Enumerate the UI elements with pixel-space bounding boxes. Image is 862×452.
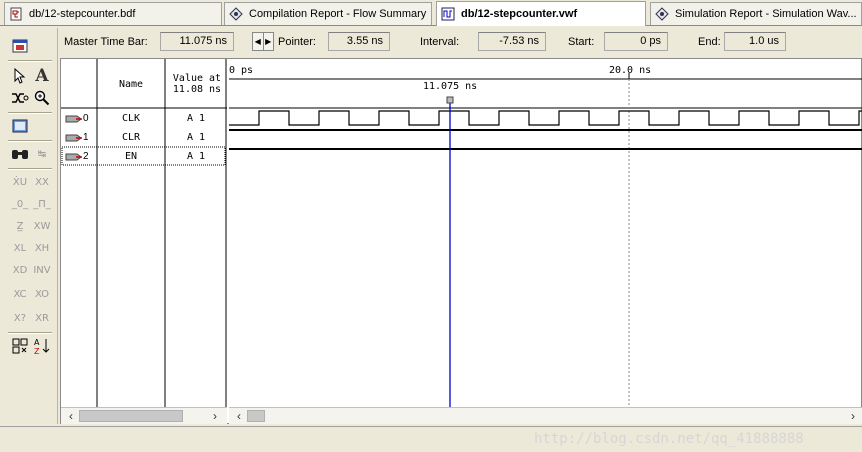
scrollbar-thumb[interactable] — [79, 410, 183, 422]
signal-index: 2 — [83, 151, 89, 162]
scroll-left-icon[interactable]: ‹ — [231, 408, 247, 424]
status-strip: http://blog.csdn.net/qq_41888888 — [0, 426, 862, 452]
waveform-editing-tool-icon[interactable] — [10, 88, 30, 108]
cursor-time-label: 11.075 ns — [423, 81, 478, 92]
arbitrary-value-icon[interactable]: X? — [10, 308, 30, 328]
signal-name: CLR — [121, 132, 141, 143]
interval-label: Interval: — [420, 36, 460, 48]
signal-row[interactable]: 1 CLR A 1 — [61, 128, 227, 147]
name-column-header[interactable]: Name — [97, 79, 165, 90]
zoom-tool-icon[interactable] — [32, 88, 52, 108]
signal-list-scrollbar[interactable]: ‹ › — [61, 407, 227, 424]
signal-value: A 1 — [186, 113, 206, 124]
input-pin-icon — [65, 128, 83, 147]
weak-low-icon[interactable]: XL — [10, 238, 30, 258]
signal-list-panel: Name Value at 11.08 ns 0 CLK A 1 1 CLR A… — [61, 59, 227, 425]
group-icon[interactable] — [10, 336, 30, 356]
selection-tool-icon[interactable] — [10, 66, 30, 86]
svg-text:A: A — [34, 338, 40, 347]
waveform-editor: Name Value at 11.08 ns 0 CLK A 1 1 CLR A… — [60, 58, 862, 424]
scroll-right-icon[interactable]: › — [845, 408, 861, 424]
tab-compilation-report[interactable]: Compilation Report - Flow Summary — [224, 2, 432, 25]
watermark-text: http://blog.csdn.net/qq_41888888 — [534, 431, 804, 447]
svg-text:Z: Z — [34, 347, 40, 355]
scroll-right-icon[interactable]: › — [207, 408, 223, 424]
scrollbar-thumb[interactable] — [247, 410, 265, 422]
forcing-low-icon[interactable]: _0_ — [10, 194, 30, 214]
signal-name: EN — [124, 151, 138, 162]
interval-field: -7.53 ns — [478, 32, 546, 51]
report-icon — [229, 7, 243, 21]
invert-icon[interactable]: INV — [32, 260, 52, 280]
signal-value: A 1 — [186, 132, 206, 143]
clk-waveform — [229, 110, 862, 126]
high-impedance-icon[interactable]: Z̲ — [10, 216, 30, 236]
arrow-left-icon[interactable]: ◀ — [253, 33, 264, 50]
time-scale-start-label: 0 ps — [229, 65, 254, 76]
pointer-label: Pointer: — [278, 36, 316, 48]
signal-index: 1 — [83, 132, 89, 143]
input-pin-icon — [65, 147, 83, 166]
signal-name: CLK — [121, 113, 141, 124]
waveform-tool-palette: A ↹ ẊU XX _0_ _Π_ Z̲ XW XL XH XD INV XC … — [0, 28, 58, 424]
master-time-bar-field[interactable]: 11.075 ns — [160, 32, 234, 51]
schematic-file-icon — [10, 7, 22, 21]
time-scale-mark-label: 20.0 ns — [609, 65, 652, 76]
tab-label: db/12-stepcounter.bdf — [29, 8, 136, 20]
replace-icon[interactable]: ↹ — [32, 144, 52, 164]
master-time-bar-spinner[interactable]: ◀ ▶ — [252, 32, 274, 51]
find-binoculars-icon[interactable] — [10, 144, 30, 164]
report-icon — [655, 7, 669, 21]
text-tool-icon[interactable]: A — [32, 66, 52, 86]
cursor-handle[interactable] — [446, 96, 454, 104]
waveform-file-icon — [441, 7, 455, 21]
master-time-bar-label: Master Time Bar: — [64, 36, 148, 48]
waveform-display[interactable]: 0 ps 20.0 ns 11.075 ns ‹ › — [229, 59, 862, 425]
end-label: End: — [698, 36, 721, 48]
tab-vwf[interactable]: db/12-stepcounter.vwf — [436, 1, 646, 26]
overwrite-clock-icon[interactable]: XO — [32, 284, 52, 304]
dont-care-icon[interactable]: XD — [10, 260, 30, 280]
tab-label: Compilation Report - Flow Summary — [249, 8, 427, 20]
input-pin-icon — [65, 109, 83, 128]
tab-label: db/12-stepcounter.vwf — [461, 8, 578, 20]
signal-row[interactable]: 2 EN A 1 — [61, 147, 227, 166]
value-header-line-1: Value at — [172, 73, 222, 84]
uninitialized-icon[interactable]: ẊU — [10, 172, 30, 192]
waveform-canvas[interactable] — [229, 59, 862, 407]
forcing-high-icon[interactable]: _Π_ — [32, 194, 52, 214]
signal-value: A 1 — [186, 151, 206, 162]
signal-index: 0 — [83, 113, 89, 124]
full-screen-icon[interactable] — [10, 116, 30, 136]
tab-label: Simulation Report - Simulation Wav... — [675, 8, 857, 20]
end-field: 1.0 us — [724, 32, 786, 51]
sort-icon[interactable]: AZ — [32, 336, 52, 356]
value-header-line-2: 11.08 ns — [172, 84, 222, 95]
count-value-icon[interactable]: XC — [10, 284, 30, 304]
weak-unknown-icon[interactable]: XW — [32, 216, 52, 236]
tab-simulation-report[interactable]: Simulation Report - Simulation Wav... — [650, 2, 862, 25]
pointer-field: 3.55 ns — [328, 32, 390, 51]
signal-row[interactable]: 0 CLK A 1 — [61, 109, 227, 128]
time-bar: Master Time Bar: 11.075 ns ◀ ▶ Pointer: … — [58, 28, 862, 56]
document-tab-bar: db/12-stepcounter.bdf Compilation Report… — [0, 0, 862, 26]
start-label: Start: — [568, 36, 595, 48]
window-toggle-icon[interactable] — [10, 36, 30, 56]
tab-bdf[interactable]: db/12-stepcounter.bdf — [4, 2, 222, 25]
waveform-scrollbar[interactable]: ‹ › — [229, 407, 862, 424]
arrow-right-icon[interactable]: ▶ — [264, 33, 274, 50]
unknown-x-icon[interactable]: XX — [32, 172, 52, 192]
weak-high-icon[interactable]: XH — [32, 238, 52, 258]
random-values-icon[interactable]: XR — [32, 308, 52, 328]
scroll-left-icon[interactable]: ‹ — [63, 408, 79, 424]
value-column-header[interactable]: Value at 11.08 ns — [167, 73, 227, 95]
start-field: 0 ps — [604, 32, 668, 51]
